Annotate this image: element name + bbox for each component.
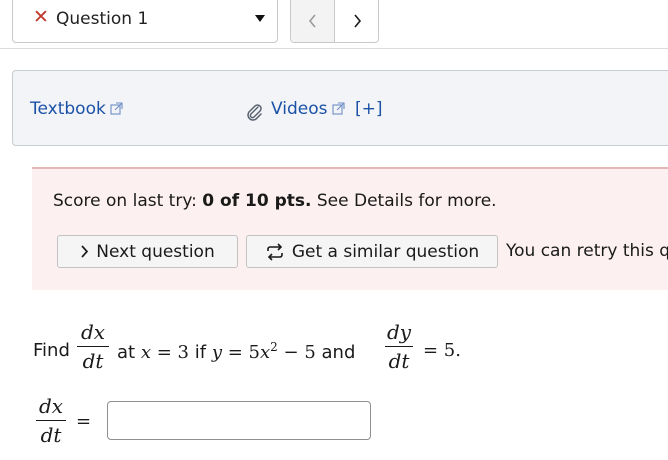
x-squared-base: x	[260, 342, 271, 363]
question-select[interactable]: ✕ Question 1	[12, 0, 278, 43]
equals-sign: =	[227, 342, 243, 363]
equals-sign: =	[156, 342, 172, 363]
answer-equals: =	[76, 411, 92, 432]
videos-link[interactable]: Videos	[271, 99, 345, 119]
answer-lhs-fraction: dx dt	[36, 395, 66, 446]
retry-message: You can retry this q	[506, 241, 668, 261]
chevron-right-icon	[81, 245, 89, 258]
x-variable: x	[140, 342, 151, 363]
find-text: Find	[33, 340, 70, 361]
dydt-value: = 5.	[423, 340, 461, 361]
next-question-nav-button[interactable]	[335, 0, 378, 42]
chevron-left-icon	[308, 14, 316, 28]
dx-numerator: dx	[80, 320, 106, 344]
if-word: if	[194, 342, 207, 363]
answer-dx: dx	[38, 394, 64, 418]
score-message: Score on last try: 0 of 10 pts. See Deta…	[53, 191, 497, 211]
and-word: and	[321, 342, 356, 363]
textbook-link[interactable]: Textbook	[30, 99, 123, 119]
fraction-bar	[77, 346, 109, 347]
external-link-icon	[110, 102, 123, 115]
chevron-right-icon	[353, 14, 361, 28]
at-word: at	[117, 342, 136, 363]
next-question-label: Next question	[96, 241, 215, 262]
dt-denominator: dt	[82, 349, 104, 373]
dt-denominator: dt	[388, 349, 410, 373]
minus-constant: − 5	[283, 342, 316, 363]
x-value: 3	[177, 342, 189, 363]
dx-dt-fraction: dx dt	[77, 321, 109, 372]
score-suffix: See Details for more.	[316, 191, 497, 211]
fraction-bar	[36, 420, 66, 421]
coefficient: 5	[248, 342, 260, 363]
condition-text: at x = 3 if y = 5x2 − 5 and	[117, 340, 355, 363]
similar-question-label: Get a similar question	[291, 241, 480, 262]
next-question-button[interactable]: Next question	[57, 235, 238, 268]
videos-link-label: Videos	[271, 99, 328, 119]
exponent: 2	[270, 340, 278, 354]
x-mark-icon: ✕	[33, 6, 49, 28]
similar-question-button[interactable]: Get a similar question	[246, 235, 498, 268]
swap-arrows-icon	[267, 242, 283, 261]
score-panel: Score on last try: 0 of 10 pts. See Deta…	[32, 167, 668, 290]
score-value: 0 of 10 pts.	[202, 191, 312, 211]
question-select-label: Question 1	[56, 9, 149, 29]
y-variable: y	[211, 342, 222, 363]
header-divider	[0, 48, 668, 49]
resources-panel: Textbook Videos [+]	[12, 70, 668, 146]
fraction-bar	[385, 346, 413, 347]
expand-videos-button[interactable]: [+]	[355, 99, 383, 119]
dy-numerator: dy	[386, 320, 412, 344]
answer-input[interactable]	[107, 401, 371, 440]
paperclip-icon	[247, 104, 262, 121]
question-pager	[290, 0, 379, 43]
textbook-link-label: Textbook	[30, 99, 106, 119]
score-prefix: Score on last try:	[53, 191, 197, 211]
external-link-icon	[331, 102, 345, 115]
dy-dt-fraction: dy dt	[385, 321, 413, 372]
previous-question-button[interactable]	[291, 0, 335, 42]
answer-dt: dt	[40, 423, 62, 447]
caret-down-icon	[255, 15, 265, 22]
